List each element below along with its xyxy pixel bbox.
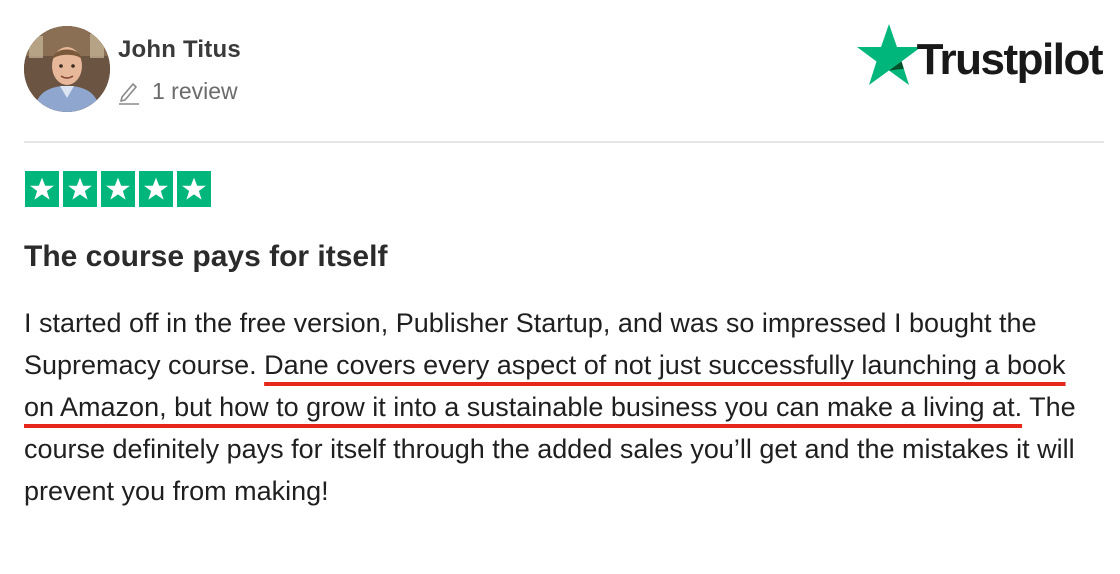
reviewer-name[interactable]: John Titus [118, 36, 241, 64]
rating-star-4 [139, 171, 173, 207]
star-icon [106, 177, 130, 200]
star-icon [30, 177, 54, 200]
rating-star-2 [63, 171, 97, 207]
pencil-icon [118, 79, 140, 105]
review-count[interactable]: 1 review [118, 78, 238, 105]
rating-star-5 [177, 171, 211, 207]
review-body: I started off in the free version, Publi… [24, 302, 1084, 512]
rating-star-1 [25, 171, 59, 207]
review-count-label: 1 review [152, 78, 238, 104]
review-title[interactable]: The course pays for itself [24, 240, 387, 274]
star-icon [68, 177, 92, 200]
star-icon [182, 177, 206, 200]
review-card: John Titus 1 review Trustpilot The cours… [0, 0, 1120, 574]
trustpilot-star-icon [856, 24, 921, 85]
avatar[interactable] [24, 26, 110, 112]
rating-star-3 [101, 171, 135, 207]
trustpilot-logo[interactable]: Trustpilot [855, 22, 1104, 88]
star-rating [25, 171, 211, 207]
star-icon [144, 177, 168, 200]
divider [24, 141, 1104, 143]
trustpilot-wordmark: Trustpilot [916, 35, 1104, 84]
avatar-photo [24, 26, 110, 112]
